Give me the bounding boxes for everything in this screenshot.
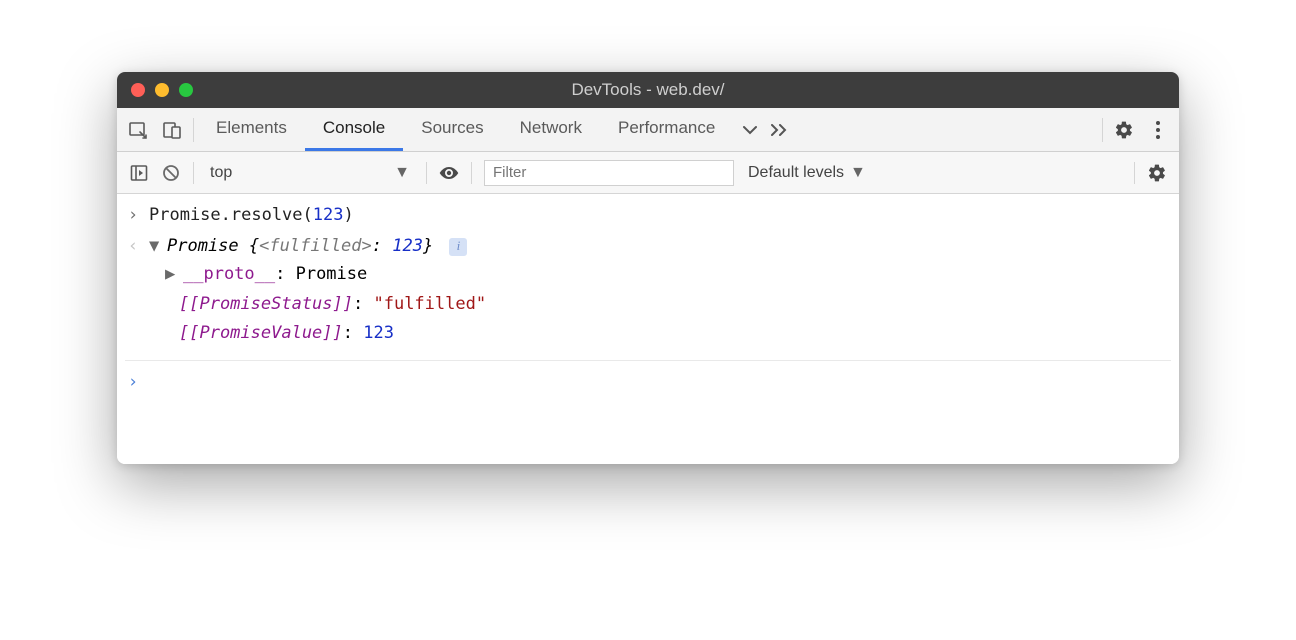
object-info-icon[interactable]: i <box>449 238 467 256</box>
code-number: 123 <box>313 205 344 225</box>
devtools-window: DevTools - web.dev/ Elements Console Sou… <box>117 72 1179 464</box>
property-row[interactable]: [[PromiseStatus]]: "fulfilled" <box>179 290 1171 319</box>
console-output: › Promise.resolve(123) ‹ ▼Promise {<fulf… <box>117 194 1179 464</box>
result-value: 123 <box>392 236 423 256</box>
toggle-sidebar-icon[interactable] <box>123 156 155 190</box>
separator <box>193 118 194 142</box>
inspect-element-icon[interactable] <box>121 113 155 147</box>
promise-value: 123 <box>363 323 394 343</box>
tab-sources[interactable]: Sources <box>403 108 501 151</box>
live-expression-icon[interactable] <box>433 156 465 190</box>
kebab-menu-icon[interactable] <box>1141 113 1175 147</box>
expand-toggle[interactable]: ▶ <box>165 261 179 288</box>
property-row[interactable]: [[PromiseValue]]: 123 <box>179 319 1171 348</box>
filter-input[interactable] <box>484 160 734 186</box>
proto-label: __proto__ <box>183 264 275 284</box>
tab-performance[interactable]: Performance <box>600 108 733 151</box>
overflow-tabs-icon[interactable] <box>767 124 793 136</box>
console-result: ‹ ▼Promise {<fulfilled>: 123} i ▶__proto… <box>125 231 1171 350</box>
toggle-device-icon[interactable] <box>155 113 189 147</box>
tab-console[interactable]: Console <box>305 108 403 151</box>
titlebar: DevTools - web.dev/ <box>117 72 1179 108</box>
console-settings-icon[interactable] <box>1141 156 1173 190</box>
property-row[interactable]: ▶__proto__: Promise <box>165 260 1171 289</box>
state-label: <fulfilled> <box>259 236 372 256</box>
console-toolbar: top ▼ Default levels ▼ <box>117 152 1179 194</box>
proto-value: : Promise <box>275 264 367 284</box>
status-value: "fulfilled" <box>373 294 486 314</box>
window-title: DevTools - web.dev/ <box>117 80 1179 100</box>
collapse-toggle[interactable]: ▼ <box>149 233 163 260</box>
separator <box>471 162 472 184</box>
object-type: Promise <box>167 236 249 256</box>
brace: { <box>249 236 259 256</box>
traffic-lights <box>131 83 193 97</box>
brace: } <box>423 236 433 256</box>
console-input-echo: › Promise.resolve(123) <box>125 200 1171 231</box>
dropdown-caret-icon: ▼ <box>850 164 866 182</box>
context-label: top <box>210 164 232 182</box>
code-text: ) <box>343 205 353 225</box>
levels-label: Default levels <box>748 164 844 182</box>
input-marker-icon: › <box>125 202 141 229</box>
context-selector[interactable]: top ▼ <box>200 164 420 182</box>
tab-network[interactable]: Network <box>502 108 600 151</box>
internal-slot-label: [[PromiseStatus]] <box>179 294 353 314</box>
output-marker-icon: ‹ <box>125 233 141 260</box>
prompt-marker-icon: › <box>125 369 141 396</box>
close-window-button[interactable] <box>131 83 145 97</box>
code-text: Promise.resolve( <box>149 205 313 225</box>
colon: : <box>372 236 392 256</box>
more-tabs-button[interactable] <box>733 123 767 137</box>
sep: : <box>343 323 363 343</box>
tab-elements[interactable]: Elements <box>198 108 305 151</box>
sep: : <box>353 294 373 314</box>
separator <box>426 162 427 184</box>
tabbar: Elements Console Sources Network Perform… <box>117 108 1179 152</box>
console-prompt[interactable]: › <box>125 361 1171 404</box>
clear-console-icon[interactable] <box>155 156 187 190</box>
settings-icon[interactable] <box>1107 113 1141 147</box>
separator <box>1102 118 1103 142</box>
fullscreen-window-button[interactable] <box>179 83 193 97</box>
minimize-window-button[interactable] <box>155 83 169 97</box>
separator <box>193 162 194 184</box>
internal-slot-label: [[PromiseValue]] <box>179 323 343 343</box>
separator <box>1134 162 1135 184</box>
log-levels-selector[interactable]: Default levels ▼ <box>748 164 866 182</box>
dropdown-caret-icon: ▼ <box>394 164 410 182</box>
